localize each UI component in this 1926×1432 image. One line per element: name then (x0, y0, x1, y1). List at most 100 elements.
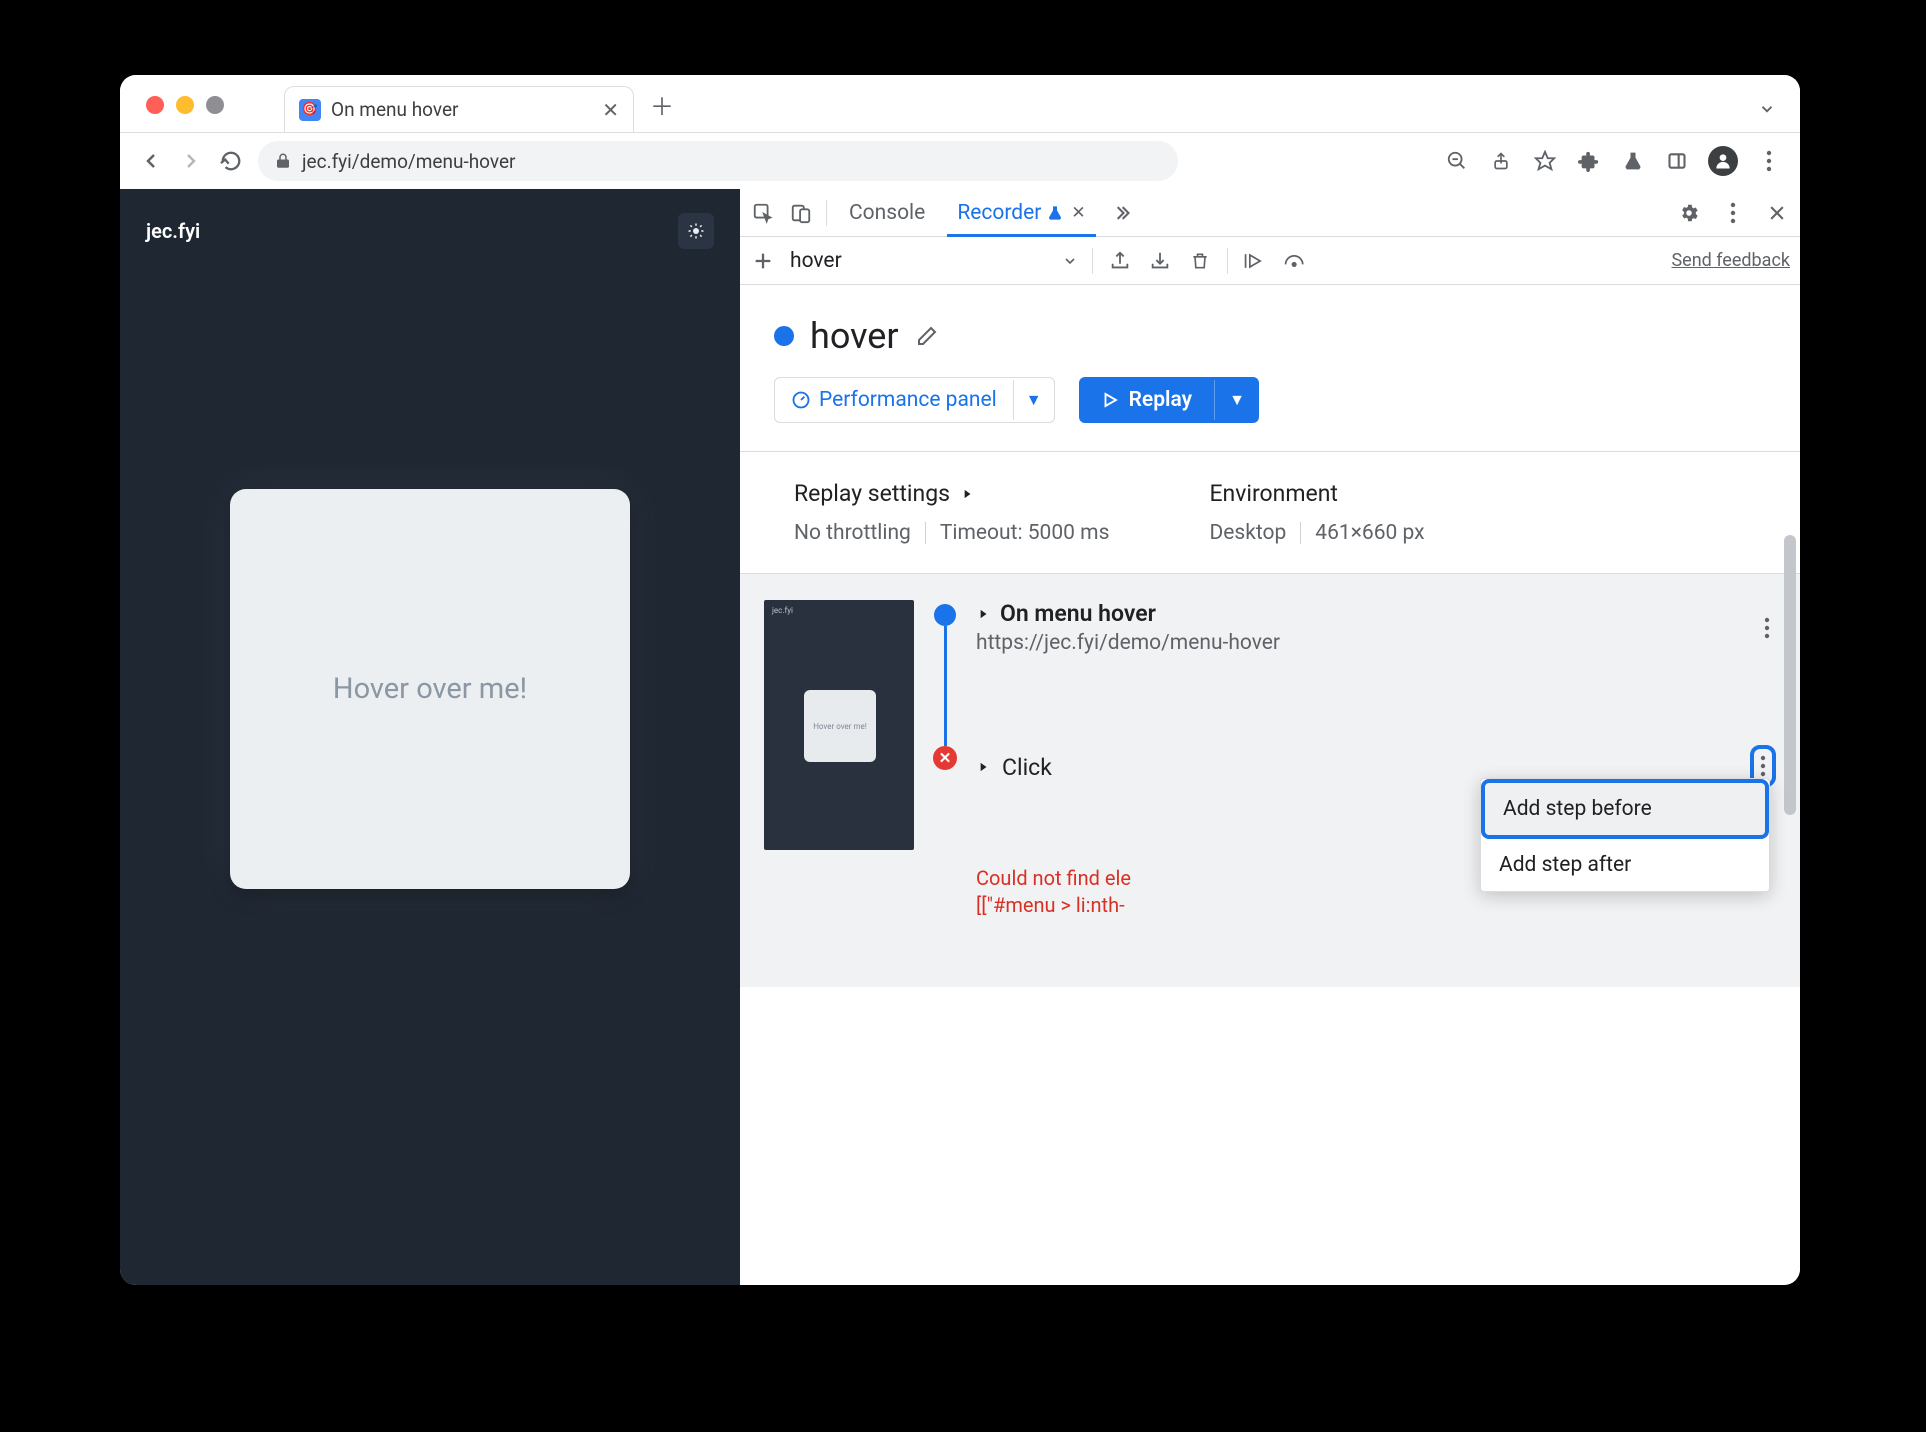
steps-area: jec.fyi Hover over me! ✕ (740, 574, 1800, 987)
replay-settings-label: Replay settings (794, 480, 950, 507)
replay-dropdown[interactable]: ▼ (1214, 380, 1259, 420)
timeline-error-icon: ✕ (933, 746, 957, 770)
settings-icon[interactable] (1676, 200, 1702, 226)
thumb-card: Hover over me! (804, 690, 876, 762)
play-icon (1101, 391, 1119, 409)
error-line-1: Could not find ele (976, 866, 1131, 890)
replay-settings-col: Replay settings No throttling Timeout: 5… (794, 480, 1109, 545)
tabs-dropdown-button[interactable] (1758, 100, 1776, 118)
action-buttons: Performance panel ▼ Replay ▼ (740, 377, 1800, 451)
scrollbar-thumb[interactable] (1784, 535, 1796, 815)
more-tabs-icon[interactable] (1108, 200, 1134, 226)
divider (1227, 248, 1228, 274)
step-navigate-menu-button[interactable] (1758, 611, 1776, 645)
error-line-2: [["#menu > li:nth- (976, 893, 1125, 917)
maximize-window-button[interactable] (206, 96, 224, 114)
recorder-body: hover Performance panel ▼ (740, 285, 1800, 1285)
device-icon[interactable] (788, 200, 814, 226)
performance-panel-button: Performance panel ▼ (774, 377, 1055, 423)
recording-title: hover (810, 315, 899, 357)
devtools-tabbar-right (1676, 200, 1790, 226)
step-click-title: Click (1002, 754, 1052, 781)
menu-add-step-after[interactable]: Add step after (1481, 839, 1769, 891)
recording-select[interactable]: hover (790, 249, 1078, 273)
export-button[interactable] (1107, 248, 1133, 274)
menu-icon[interactable] (1756, 148, 1782, 174)
caret-right-icon (976, 607, 990, 621)
new-recording-button[interactable] (750, 248, 776, 274)
page-header: jec.fyi (120, 189, 740, 273)
tab-title: On menu hover (331, 98, 458, 121)
step-play-button[interactable] (1242, 248, 1268, 274)
recording-status-dot (774, 326, 794, 346)
replay-settings-values: No throttling Timeout: 5000 ms (794, 521, 1109, 545)
divider (826, 200, 827, 226)
extensions-icon[interactable] (1576, 148, 1602, 174)
edit-title-button[interactable] (915, 324, 939, 348)
zoom-icon[interactable] (1444, 148, 1470, 174)
performance-panel-main[interactable]: Performance panel (775, 378, 1013, 422)
performance-panel-dropdown[interactable]: ▼ (1013, 380, 1054, 420)
back-button[interactable] (138, 148, 164, 174)
send-feedback-link[interactable]: Send feedback (1671, 250, 1790, 271)
browser-tab[interactable]: 🎯 On menu hover ✕ (284, 86, 634, 132)
import-button[interactable] (1147, 248, 1173, 274)
inspect-icon[interactable] (750, 200, 776, 226)
thumb-brand: jec.fyi (772, 606, 793, 615)
reload-button[interactable] (218, 148, 244, 174)
divider (1092, 248, 1093, 274)
step-click-header[interactable]: Click (976, 752, 1750, 781)
new-tab-button[interactable]: ＋ (650, 87, 674, 122)
close-devtools-button[interactable] (1764, 200, 1790, 226)
menu-add-step-before[interactable]: Add step before (1481, 779, 1769, 839)
flask-icon (1047, 205, 1063, 221)
favicon-icon: 🎯 (299, 99, 321, 121)
recorder-toolbar: hover Send feedback (740, 237, 1800, 285)
close-tab-button[interactable]: ✕ (602, 98, 619, 122)
devtools-menu-icon[interactable] (1720, 200, 1746, 226)
content-area: jec.fyi Hover over me! Console Recorder (120, 189, 1800, 1285)
share-icon[interactable] (1488, 148, 1514, 174)
gauge-icon (791, 390, 811, 410)
timeline-line (944, 626, 947, 746)
timeout-value: Timeout: 5000 ms (940, 521, 1110, 545)
close-window-button[interactable] (146, 96, 164, 114)
toolbar-right (1444, 146, 1782, 176)
delete-button[interactable] (1187, 248, 1213, 274)
replay-settings-title[interactable]: Replay settings (794, 480, 1109, 507)
recording-title-row: hover (740, 285, 1800, 377)
minimize-window-button[interactable] (176, 96, 194, 114)
theme-toggle-button[interactable] (678, 213, 714, 249)
tab-console[interactable]: Console (839, 189, 935, 236)
caret-right-icon (960, 487, 974, 501)
hover-card[interactable]: Hover over me! (230, 489, 630, 889)
close-panel-button[interactable]: ✕ (1071, 203, 1085, 223)
device-value: Desktop (1209, 521, 1286, 545)
url-text: jec.fyi/demo/menu-hover (302, 150, 515, 173)
bookmark-icon[interactable] (1532, 148, 1558, 174)
devtools-panel: Console Recorder ✕ hover (740, 189, 1800, 1285)
replay-button: Replay ▼ (1079, 377, 1259, 423)
step-navigate-title: On menu hover (1000, 600, 1156, 627)
throttling-value: No throttling (794, 521, 911, 545)
tab-recorder-label: Recorder (957, 201, 1041, 225)
site-brand: jec.fyi (146, 219, 200, 243)
step-navigate-header[interactable]: On menu hover (976, 600, 1758, 627)
tab-recorder[interactable]: Recorder ✕ (947, 189, 1095, 236)
sidepanel-icon[interactable] (1664, 148, 1690, 174)
step-context-menu: Add step before Add step after (1480, 778, 1770, 892)
replay-label: Replay (1129, 388, 1192, 412)
settings-row: Replay settings No throttling Timeout: 5… (740, 452, 1800, 573)
address-bar[interactable]: jec.fyi/demo/menu-hover (258, 141, 1178, 181)
breakpoint-button[interactable] (1282, 248, 1308, 274)
window-controls (140, 96, 224, 132)
performance-panel-label: Performance panel (819, 388, 997, 412)
profile-avatar[interactable] (1708, 146, 1738, 176)
tab-strip: 🎯 On menu hover ✕ ＋ (120, 75, 1800, 133)
recording-select-label: hover (790, 249, 842, 273)
environment-col: Environment Desktop 461×660 px (1209, 480, 1424, 545)
step-navigate-url: https://jec.fyi/demo/menu-hover (976, 631, 1758, 655)
labs-icon[interactable] (1620, 148, 1646, 174)
replay-main[interactable]: Replay (1079, 378, 1214, 422)
forward-button[interactable] (178, 148, 204, 174)
